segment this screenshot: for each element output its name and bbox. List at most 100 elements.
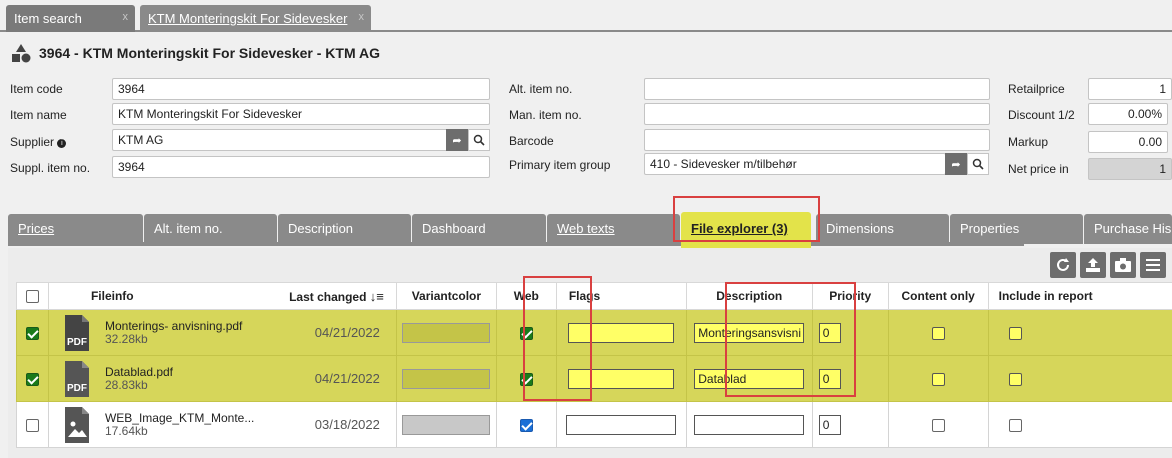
tab-purchase-history[interactable]: Purchase His [1084, 214, 1172, 244]
include-in-report-checkbox[interactable] [1008, 372, 1022, 386]
supplier-field[interactable]: KTM AG [112, 129, 448, 151]
content-only-checkbox[interactable] [931, 372, 945, 386]
description-field[interactable]: Monteringsansvisni [694, 322, 805, 343]
row-checkbox[interactable] [25, 372, 39, 386]
retailprice-field[interactable]: 1 [1088, 78, 1172, 100]
search-icon[interactable] [967, 153, 989, 175]
include-in-report-checkbox[interactable] [1008, 326, 1022, 340]
web-cell [495, 401, 557, 448]
tab-file-explorer[interactable]: File explorer (3) [681, 212, 811, 248]
priority-field[interactable]: 0 [818, 368, 841, 389]
search-icon[interactable] [468, 129, 490, 151]
close-icon[interactable]: x [359, 11, 365, 23]
flags-field[interactable] [568, 322, 675, 343]
include-in-report-checkbox[interactable] [1008, 418, 1022, 432]
tab-label: Item search [14, 11, 82, 26]
description-field[interactable]: Datablad [694, 368, 805, 389]
retailprice-label: Retailprice [1008, 82, 1065, 96]
link-arrow-icon[interactable]: ➦ [446, 129, 468, 151]
discount-field[interactable]: 0.00% [1088, 103, 1168, 125]
content-only-checkbox[interactable] [931, 418, 945, 432]
info-icon[interactable]: i [57, 139, 67, 148]
link-arrow-icon[interactable]: ➦ [945, 153, 967, 175]
content-only-cell [887, 401, 989, 448]
tab-dashboard[interactable]: Dashboard [412, 214, 546, 244]
tab-properties[interactable]: Properties [950, 214, 1083, 244]
priority-field[interactable]: 0 [818, 414, 841, 435]
col-variantcolor[interactable]: Variantcolor [395, 282, 497, 310]
col-content-only[interactable]: Content only [887, 282, 989, 310]
tab-item-search[interactable]: Item search x [6, 5, 135, 32]
file-size: 17.64kb [104, 423, 148, 438]
flags-field[interactable] [568, 368, 675, 389]
col-fileinfo[interactable]: Fileinfo Last changed ↓≡ [47, 282, 397, 310]
close-icon[interactable]: x [123, 11, 129, 23]
page-header: 3964 - KTM Monteringskit For Sidevesker … [10, 43, 380, 63]
man-item-no-field[interactable] [644, 103, 990, 125]
item-code-label: Item code [10, 82, 63, 96]
flags-cell [555, 401, 687, 448]
variantcolor-cell [395, 309, 497, 356]
item-name-field[interactable]: KTM Monteringskit For Sidevesker [112, 103, 490, 125]
sort-icon[interactable]: ↓≡ [370, 289, 384, 304]
table-row[interactable]: WEB_Image_KTM_Monte... 17.64kb 03/18/202… [16, 401, 1172, 448]
tab-dimensions[interactable]: Dimensions [816, 214, 949, 244]
pdf-file-icon: PDF [63, 314, 91, 351]
web-checkbox[interactable] [519, 418, 533, 432]
table-row[interactable]: PDF Monterings- anvisning.pdf 32.28kb 04… [16, 309, 1172, 356]
tab-description[interactable]: Description [278, 214, 411, 244]
svg-text:PDF: PDF [67, 383, 87, 394]
col-description[interactable]: Description [685, 282, 813, 310]
variantcolor-swatch[interactable] [402, 414, 491, 435]
primary-item-group-field[interactable]: 410 - Sidevesker m/tilbehør [644, 153, 946, 175]
markup-field[interactable]: 0.00 [1088, 131, 1168, 153]
tab-label: Prices [18, 221, 55, 236]
description-field[interactable] [694, 414, 805, 435]
variantcolor-swatch[interactable] [402, 322, 491, 343]
col-priority[interactable]: Priority [811, 282, 889, 310]
file-size: 32.28kb [104, 331, 148, 346]
web-checkbox[interactable] [519, 326, 533, 340]
menu-icon[interactable] [1140, 252, 1166, 278]
tab-prices[interactable]: Prices [8, 214, 143, 244]
fileinfo-cell: WEB_Image_KTM_Monte... 17.64kb 03/18/202… [47, 401, 397, 448]
select-all-checkbox[interactable] [25, 290, 39, 304]
flags-field[interactable] [566, 414, 677, 435]
priority-field[interactable]: 0 [818, 322, 841, 343]
tab-label: Properties [960, 221, 1020, 236]
alt-item-no-field[interactable] [644, 78, 990, 100]
suppl-item-no-field[interactable]: 3964 [112, 156, 490, 178]
file-table: Fileinfo Last changed ↓≡ Variantcolor We… [16, 282, 1172, 448]
content-only-checkbox[interactable] [931, 326, 945, 340]
item-code-field[interactable]: 3964 [112, 78, 490, 100]
barcode-field[interactable] [644, 129, 990, 151]
row-checkbox[interactable] [25, 326, 39, 340]
col-include-in-report[interactable]: Include in report [987, 282, 1172, 310]
tab-label: KTM Monteringskit For Sidevesker [148, 11, 348, 26]
tab-label: Purchase His [1094, 221, 1172, 236]
tab-item-detail[interactable]: KTM Monteringskit For Sidevesker x [140, 5, 371, 32]
col-web[interactable]: Web [495, 282, 557, 310]
supplier-label-wrap: Supplier i [10, 135, 67, 149]
flags-cell [555, 355, 687, 402]
web-checkbox[interactable] [519, 372, 533, 386]
col-flags[interactable]: Flags [555, 282, 687, 310]
include-in-report-cell [987, 355, 1172, 402]
last-changed-date: 03/18/2022 [314, 417, 380, 432]
flags-cell [555, 309, 687, 356]
row-checkbox[interactable] [25, 418, 39, 432]
row-select-cell [16, 355, 49, 402]
variantcolor-cell [395, 401, 497, 448]
col-last-changed[interactable]: Last changed ↓≡ [289, 289, 384, 304]
refresh-icon[interactable] [1050, 252, 1076, 278]
upload-icon[interactable] [1080, 252, 1106, 278]
tab-alt-item-no[interactable]: Alt. item no. [144, 214, 277, 244]
camera-icon[interactable] [1110, 252, 1136, 278]
col-last-changed-label: Last changed [289, 290, 367, 304]
tab-label: Dashboard [422, 221, 486, 236]
svg-text:PDF: PDF [67, 337, 87, 348]
table-row[interactable]: PDF Datablad.pdf 28.83kb 04/21/2022 Data… [16, 355, 1172, 402]
tab-web-texts[interactable]: Web texts [547, 214, 680, 244]
top-tab-bar: Item search x KTM Monteringskit For Side… [0, 0, 1172, 32]
variantcolor-swatch[interactable] [402, 368, 491, 389]
